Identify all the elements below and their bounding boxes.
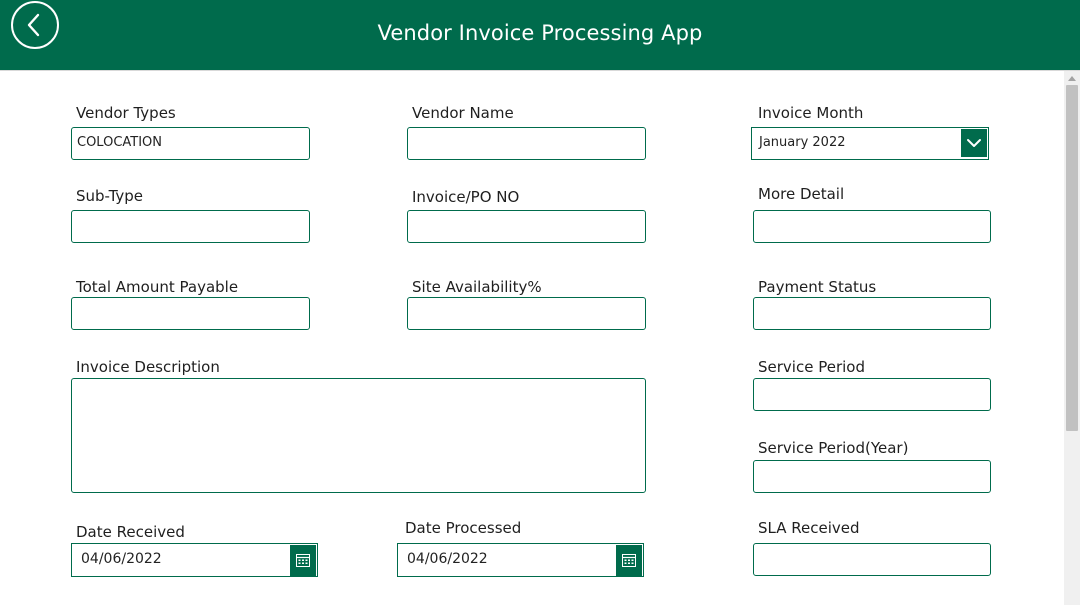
sla-received-label: SLA Received	[758, 519, 860, 537]
vendor-name-label: Vendor Name	[412, 104, 514, 122]
service-period-year-label: Service Period(Year)	[758, 439, 909, 457]
vertical-scrollbar[interactable]	[1064, 71, 1080, 605]
vendor-name-input[interactable]	[407, 127, 646, 160]
date-received-value: 04/06/2022	[81, 551, 162, 567]
dropdown-toggle[interactable]	[961, 129, 987, 157]
service-period-year-input[interactable]	[753, 460, 991, 493]
date-processed-picker[interactable]: 04/06/2022	[397, 543, 644, 577]
service-period-label: Service Period	[758, 358, 865, 376]
payment-status-label: Payment Status	[758, 278, 877, 296]
chevron-down-icon	[967, 139, 981, 147]
invoice-month-value: January 2022	[759, 135, 846, 150]
vendor-types-label: Vendor Types	[76, 104, 176, 122]
invoice-month-dropdown[interactable]: January 2022	[751, 127, 989, 160]
scroll-up-arrow-icon[interactable]	[1068, 76, 1076, 81]
sub-type-input[interactable]	[71, 210, 310, 243]
date-processed-calendar-button[interactable]	[616, 545, 642, 576]
app-header: Vendor Invoice Processing App	[0, 0, 1080, 71]
total-amount-payable-label: Total Amount Payable	[76, 278, 239, 296]
date-processed-value: 04/06/2022	[407, 551, 488, 567]
invoice-description-textarea[interactable]	[71, 378, 646, 493]
app-title: Vendor Invoice Processing App	[377, 21, 703, 45]
sla-received-input[interactable]	[753, 543, 991, 576]
invoice-po-no-label: Invoice/PO NO	[412, 188, 520, 206]
invoice-po-no-input[interactable]	[407, 210, 646, 243]
app-window: Vendor Invoice Processing App Vendor Typ…	[0, 0, 1080, 605]
scrollbar-thumb[interactable]	[1066, 85, 1078, 431]
calendar-icon	[622, 554, 636, 567]
service-period-input[interactable]	[753, 378, 991, 411]
date-received-picker[interactable]: 04/06/2022	[71, 543, 318, 577]
sub-type-label: Sub-Type	[76, 187, 144, 205]
invoice-form: Vendor Types COLOCATION Vendor Name Invo…	[0, 71, 1064, 605]
more-detail-input[interactable]	[753, 210, 991, 243]
site-availability-label: Site Availability%	[412, 278, 542, 296]
date-received-label: Date Received	[76, 523, 185, 541]
payment-status-input[interactable]	[753, 297, 991, 330]
total-amount-payable-input[interactable]	[71, 297, 310, 330]
invoice-description-label: Invoice Description	[76, 358, 220, 376]
site-availability-input[interactable]	[407, 297, 646, 330]
date-received-calendar-button[interactable]	[290, 545, 316, 576]
vendor-types-input[interactable]: COLOCATION	[71, 127, 310, 160]
invoice-month-label: Invoice Month	[758, 104, 864, 122]
date-processed-label: Date Processed	[405, 519, 522, 537]
more-detail-label: More Detail	[758, 185, 845, 203]
calendar-icon	[296, 554, 310, 567]
